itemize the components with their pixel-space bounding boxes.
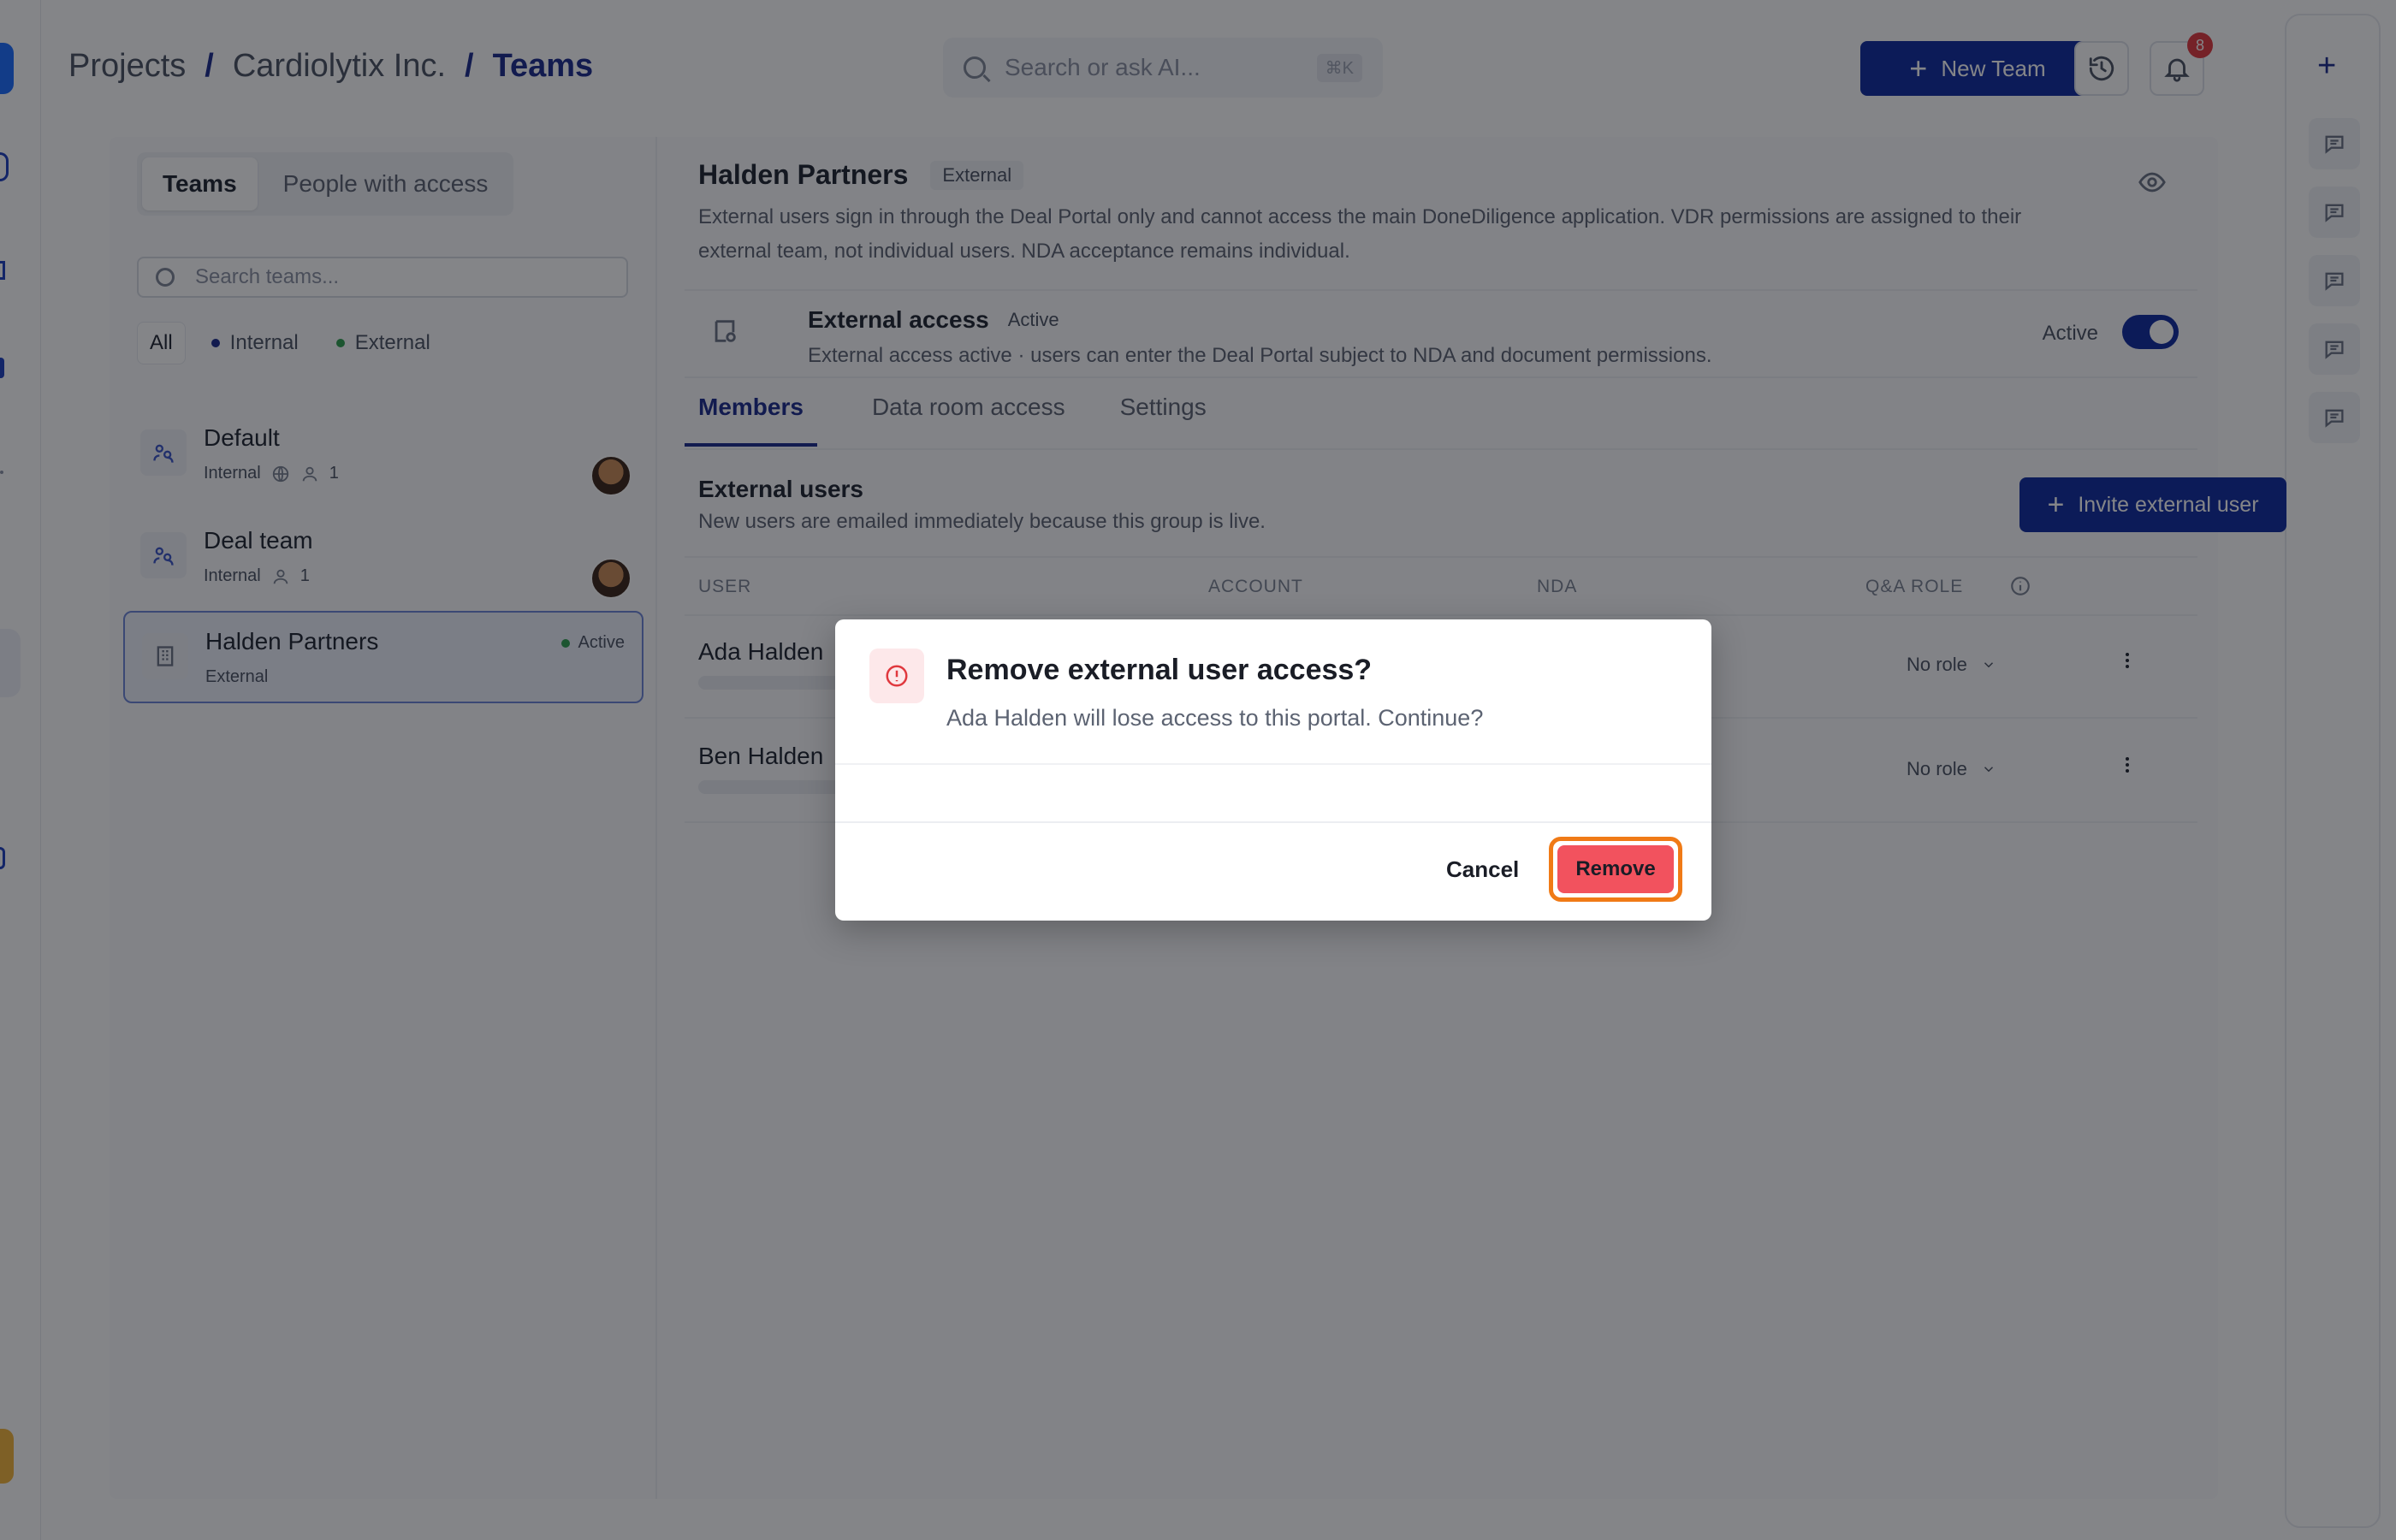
dialog-title: Remove external user access? [946, 654, 1373, 686]
dialog-footer-divider [835, 821, 1711, 823]
warning-icon [869, 649, 924, 703]
remove-button-focus-ring: Remove [1549, 837, 1682, 902]
remove-user-dialog: Remove external user access? Ada Halden … [835, 619, 1711, 921]
dialog-message: Ada Halden will lose access to this port… [946, 705, 1484, 731]
dialog-divider [835, 763, 1711, 765]
cancel-button[interactable]: Cancel [1432, 844, 1533, 895]
remove-button[interactable]: Remove [1557, 845, 1674, 893]
